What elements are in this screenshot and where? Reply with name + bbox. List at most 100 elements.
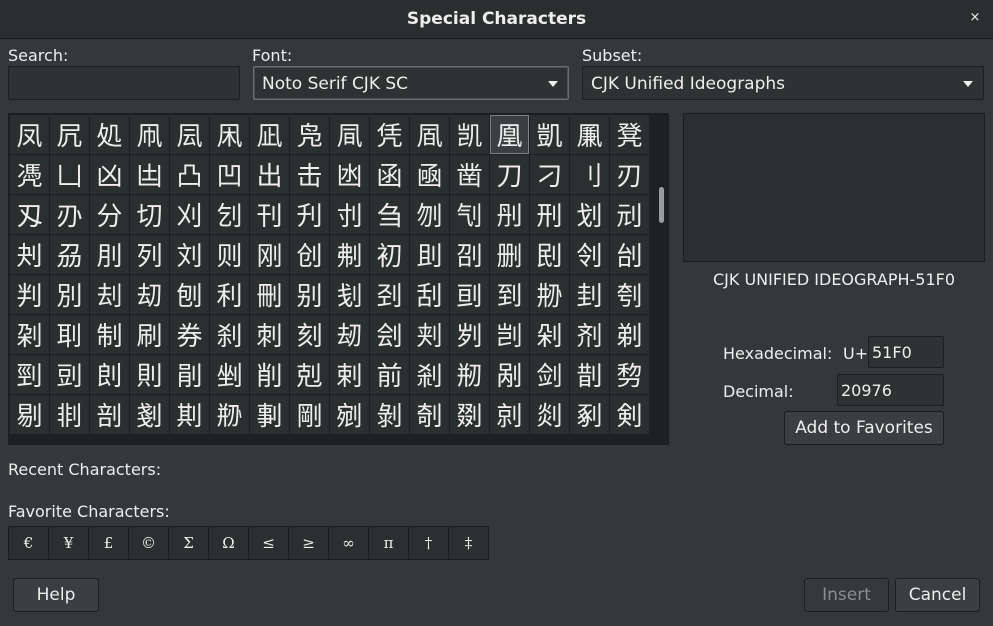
grid-cell[interactable]: 剃 [610,315,649,354]
grid-cell[interactable]: 刂 [570,155,609,194]
grid-cell[interactable]: 刘 [170,235,209,274]
grid-cell[interactable]: 刅 [50,195,89,234]
grid-scrollbar[interactable] [657,113,667,445]
grid-cell[interactable]: 刚 [250,235,289,274]
insert-button[interactable]: Insert [804,578,889,612]
grid-cell[interactable]: 凿 [450,155,489,194]
grid-cell[interactable]: 刱 [530,275,569,314]
grid-cell[interactable]: 利 [210,275,249,314]
grid-cell[interactable]: 刮 [410,275,449,314]
grid-cell[interactable]: 則 [130,355,169,394]
favorite-character[interactable]: ‡ [449,527,488,559]
grid-cell[interactable]: 刁 [530,155,569,194]
grid-cell[interactable]: 凬 [330,115,369,154]
grid-cell[interactable]: 剞 [410,395,449,434]
grid-cell[interactable]: 刢 [570,235,609,274]
grid-cell[interactable]: 刽 [370,315,409,354]
grid-cell[interactable]: 剔 [10,395,49,434]
grid-cell[interactable]: 剌 [330,355,369,394]
grid-cell[interactable]: 刐 [490,195,529,234]
grid-cell[interactable]: 凱 [530,115,569,154]
grid-cell[interactable]: 剡 [530,395,569,434]
grid-cell[interactable]: 凾 [410,155,449,194]
grid-cell[interactable]: 刧 [130,275,169,314]
grid-cell[interactable]: 划 [570,195,609,234]
grid-cell[interactable]: 凩 [210,115,249,154]
favorite-character[interactable]: ¥ [49,527,88,559]
grid-cell[interactable]: 剄 [10,355,49,394]
grid-cell[interactable]: 刴 [10,315,49,354]
grid-cell[interactable]: 凷 [130,155,169,194]
grid-cell[interactable]: 刣 [610,235,649,274]
grid-cell[interactable]: 剟 [450,395,489,434]
grid-cell[interactable]: 刷 [130,315,169,354]
grid-cell[interactable]: 凫 [290,115,329,154]
subset-dropdown[interactable]: CJK Unified Ideographs [582,66,984,100]
favorite-character[interactable]: π [369,527,408,559]
grid-cell[interactable]: 前 [370,355,409,394]
grid-cell[interactable]: 分 [90,195,129,234]
grid-cell[interactable]: 剕 [50,395,89,434]
favorite-character[interactable]: € [9,527,48,559]
grid-cell[interactable]: 剝 [370,395,409,434]
grid-cell[interactable]: 剢 [570,395,609,434]
grid-cell[interactable]: 券 [170,315,209,354]
grid-cell[interactable]: 切 [130,195,169,234]
font-dropdown[interactable]: Noto Serif CJK SC [253,66,569,100]
grid-cell[interactable]: 则 [210,235,249,274]
grid-cell[interactable]: 别 [290,275,329,314]
grid-cell[interactable]: 剒 [570,355,609,394]
grid-cell[interactable]: 刜 [330,235,369,274]
grid-cell[interactable]: 凥 [50,115,89,154]
grid-cell[interactable]: 刄 [10,195,49,234]
grid-cell[interactable]: 刞 [410,235,449,274]
grid-cell[interactable]: 剗 [130,395,169,434]
grid-cell[interactable]: 刡 [530,235,569,274]
grid-cell[interactable]: 刿 [450,315,489,354]
grid-cell[interactable]: 刌 [330,195,369,234]
grid-cell[interactable]: 刭 [370,275,409,314]
favorite-character[interactable]: Σ [169,527,208,559]
grid-cell[interactable]: 剠 [490,395,529,434]
grid-cell-selected[interactable]: 凰 [490,115,529,154]
grid-cell[interactable]: 刼 [330,315,369,354]
grid-cell[interactable]: 刻 [290,315,329,354]
grid-cell[interactable]: 凸 [170,155,209,194]
grid-cell[interactable]: 刬 [330,275,369,314]
grid-cell[interactable]: 刏 [450,195,489,234]
grid-cell[interactable]: 剎 [410,355,449,394]
grid-cell[interactable]: 剣 [610,395,649,434]
grid-cell[interactable]: 初 [370,235,409,274]
grid-cell[interactable]: 刕 [50,235,89,274]
grid-cell[interactable]: 剛 [290,395,329,434]
grid-cell[interactable]: 到 [490,275,529,314]
grid-cell[interactable]: 刦 [90,275,129,314]
grid-cell[interactable]: 凮 [410,115,449,154]
grid-cell[interactable]: 函 [370,155,409,194]
grid-cell[interactable]: 刪 [250,275,289,314]
grid-cell[interactable]: 剑 [530,355,569,394]
grid-scrollbar-thumb[interactable] [659,187,664,223]
help-button[interactable]: Help [13,578,99,612]
grid-cell[interactable]: 刍 [370,195,409,234]
grid-cell[interactable]: 刹 [210,315,249,354]
grid-cell[interactable]: 创 [290,235,329,274]
favorite-character[interactable]: ∞ [329,527,368,559]
grid-cell[interactable]: 剏 [450,355,489,394]
grid-cell[interactable]: 剆 [90,355,129,394]
grid-cell[interactable]: 凳 [610,115,649,154]
grid-cell[interactable]: 刉 [210,195,249,234]
grid-cell[interactable]: 凴 [10,155,49,194]
grid-cell[interactable]: 出 [250,155,289,194]
grid-cell[interactable]: 剘 [170,395,209,434]
grid-cell[interactable]: 刃 [610,155,649,194]
grid-cell[interactable]: 刯 [450,275,489,314]
cancel-button[interactable]: Cancel [895,578,980,612]
grid-cell[interactable]: 別 [50,275,89,314]
grid-cell[interactable]: 剂 [570,315,609,354]
decimal-input[interactable]: 20976 [837,374,944,406]
grid-cell[interactable]: 刑 [530,195,569,234]
grid-cell[interactable]: 刓 [610,195,649,234]
grid-cell[interactable]: 刀 [490,155,529,194]
grid-cell[interactable]: 凤 [10,115,49,154]
